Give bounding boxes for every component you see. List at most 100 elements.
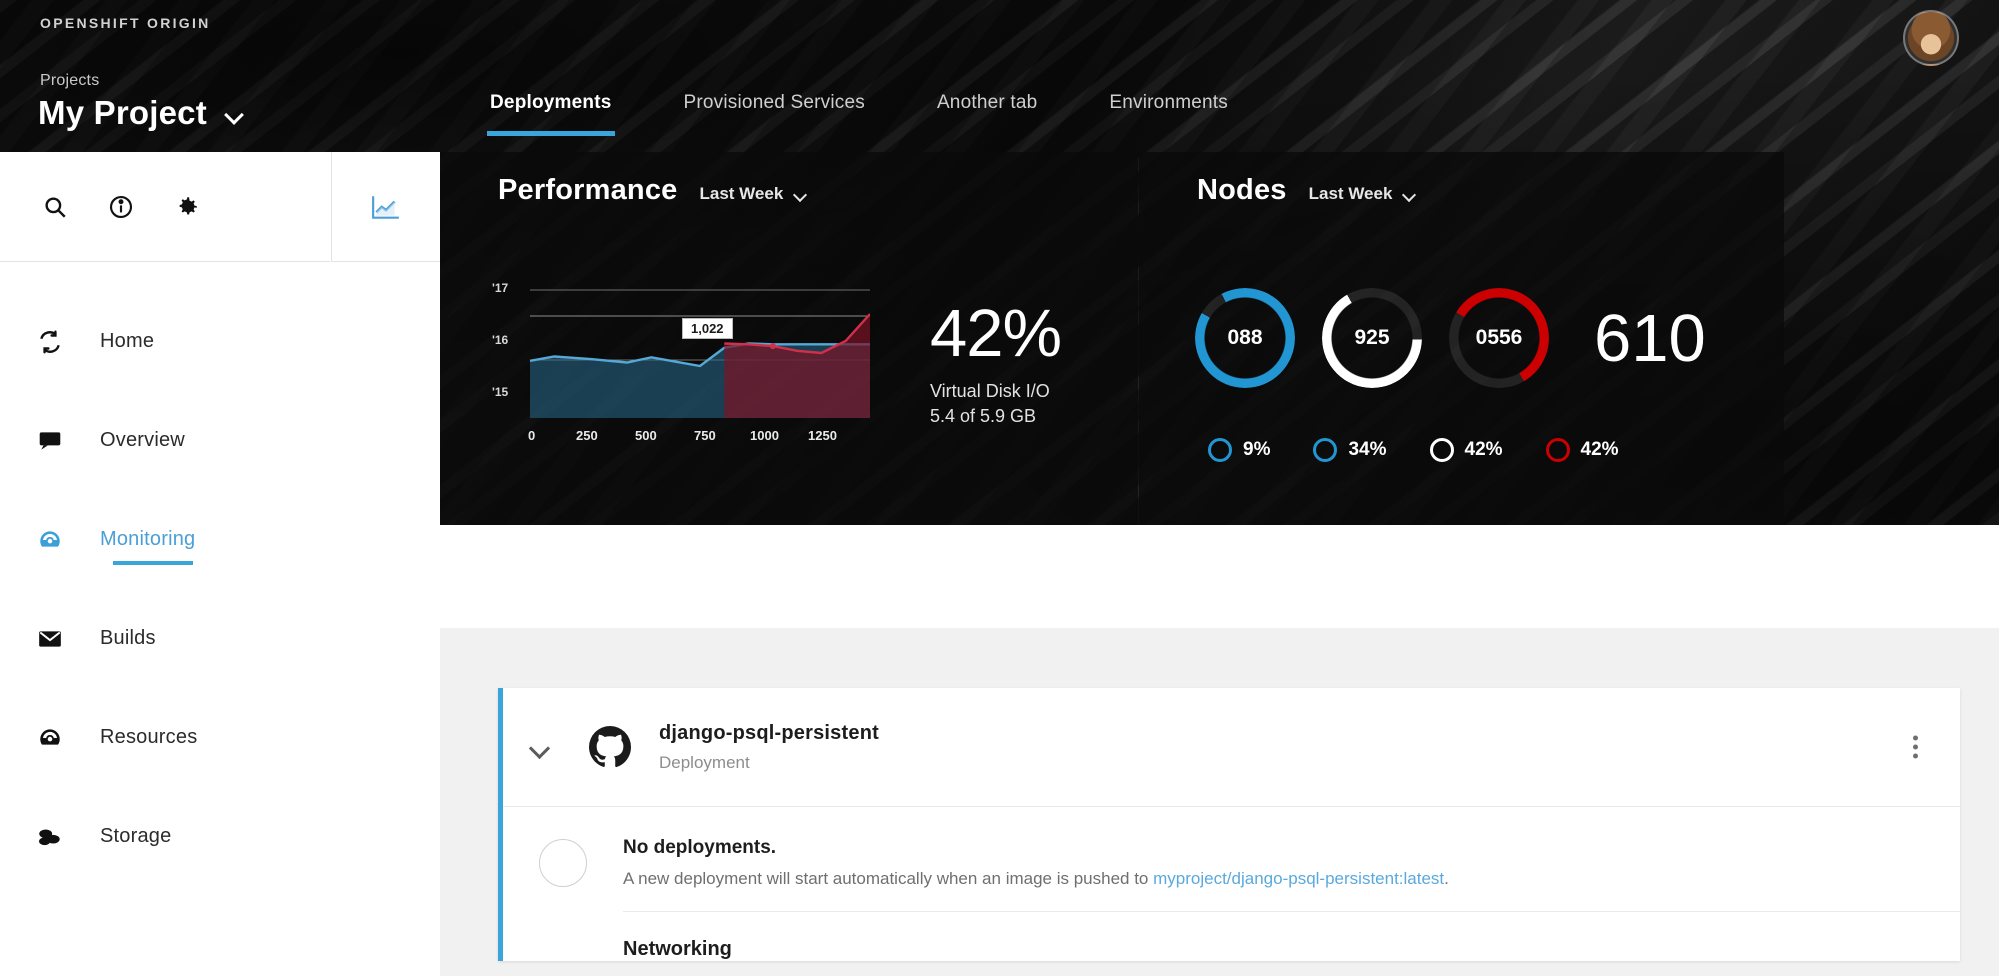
envelope-icon [0,626,100,652]
sidebar-item-storage[interactable]: Storage [0,787,440,886]
nodes-range-selector[interactable]: Last Week [1309,184,1417,204]
legend-item: 42% [1545,438,1619,462]
deployment-name: django-psql-persistent [659,721,879,744]
chevron-down-icon [794,190,807,199]
legend-swatch [1313,438,1338,462]
sidebar-item-label: Builds [100,627,156,649]
project-selector[interactable]: My Project [38,94,245,132]
gauge-icon [0,725,100,751]
kebab-menu-icon[interactable] [1913,732,1918,763]
performance-stat: 42% Virtual Disk I/O 5.4 of 5.9 GB [930,296,1062,427]
performance-chart: '17 '16 '15 1,022 0 250 500 750 1000 125… [492,281,872,448]
legend-swatch [1429,438,1454,462]
x-tick: 250 [576,428,598,443]
info-circle-icon[interactable] [88,194,154,220]
tab-deployments[interactable]: Deployments [487,92,615,136]
y-tick: '17 [492,281,509,295]
tab-provisioned-services[interactable]: Provisioned Services [684,92,865,136]
donut-value: 088 [1227,326,1263,349]
legend-label: 42% [1464,439,1503,460]
deployment-panel-body: No deployments. A new deployment will st… [503,806,1960,961]
chevron-down-icon [530,741,550,753]
sidebar-item-home[interactable]: Home [0,292,440,391]
filter-bar: Name List by Resource Type [440,525,1999,628]
sidebar-item-label: Home [100,330,155,352]
performance-card-header: Performance Last Week [498,174,807,207]
chevron-down-icon [225,107,245,119]
stat-value: 42% [930,296,1062,371]
gear-icon[interactable] [154,194,220,220]
sidebar-item-label: Storage [100,825,172,847]
search-icon[interactable] [22,194,88,220]
tab-environments[interactable]: Environments [1109,92,1228,136]
legend-label: 42% [1580,439,1619,460]
sidebar-item-resources[interactable]: Resources [0,688,440,787]
performance-range-selector[interactable]: Last Week [700,184,808,204]
x-tick: 750 [694,428,716,443]
avatar[interactable] [1903,10,1959,66]
donut-value: 0556 [1475,326,1523,349]
database-icon [0,824,100,850]
status-title: No deployments. [623,837,777,858]
expand-collapse-toggle[interactable] [503,741,577,753]
sidebar-toolbar [0,152,330,262]
donut-chart: 088 [1195,288,1295,388]
stat-label: Virtual Disk I/O [930,381,1050,401]
sidebar-item-label: Monitoring [100,528,196,550]
x-tick: 0 [528,428,536,443]
brand-logo-text: OPENSHIFT ORIGIN [40,15,211,31]
sidebar-item-label: Overview [100,429,185,451]
legend-label: 34% [1348,439,1387,460]
deployment-kind: Deployment [659,752,750,772]
sidebar-item-builds[interactable]: Builds [0,589,440,688]
github-icon [577,723,643,771]
image-stream-link[interactable]: myproject/django-psql-persistent:latest [1153,869,1444,888]
x-tick: 1000 [750,428,779,443]
x-tick: 1250 [808,428,837,443]
tab-another-tab[interactable]: Another tab [937,92,1037,136]
legend-label: 9% [1243,439,1271,460]
top-tabs: Deployments Provisioned Services Another… [487,92,1300,136]
donut-chart: 0556 [1449,288,1549,388]
deployment-panel: django-psql-persistent Deployment No dep… [498,688,1960,961]
nodes-title: Nodes [1197,174,1287,206]
sync-icon [0,329,100,355]
line-chart-icon [372,195,399,219]
y-tick: '15 [492,385,509,399]
y-tick: '16 [492,333,509,347]
status-description-suffix: . [1444,869,1449,888]
sidebar-chart-tab[interactable] [331,152,440,262]
legend-item: 42% [1429,438,1503,462]
legend-item: 34% [1313,438,1387,462]
x-tick: 500 [635,428,657,443]
performance-range-label: Last Week [699,184,784,203]
empty-circle-icon [503,837,623,887]
project-name: My Project [38,94,207,131]
chevron-down-icon [1403,190,1416,199]
chart-tooltip: 1,022 [682,318,733,339]
openshift-console: OPENSHIFT ORIGIN Projects My Project Dep… [0,0,1999,976]
sidebar-item-overview[interactable]: Overview [0,391,440,490]
nodes-card-header: Nodes Last Week [1197,174,1416,207]
nodes-range-label: Last Week [1308,184,1393,203]
networking-heading: Networking [623,911,1960,961]
active-indicator [113,561,193,565]
donut-chart: 925 [1322,288,1422,388]
nodes-total: 610 [1594,300,1706,376]
deployment-panel-header[interactable]: django-psql-persistent Deployment [503,688,1960,806]
status-description-prefix: A new deployment will start automaticall… [623,869,1154,888]
status-description: A new deployment will start automaticall… [623,869,1449,889]
sidebar-item-monitoring[interactable]: Monitoring [0,490,440,589]
monitor-icon [0,428,100,454]
data-point [769,343,776,350]
nodes-legend: 9% 34% 42% 42% [1208,438,1662,462]
performance-title: Performance [498,174,678,206]
donut-value: 925 [1354,326,1390,349]
legend-swatch [1208,438,1232,462]
chart-plot-area [530,289,870,418]
nodes-donuts: 088 925 0556 610 [1195,288,1706,388]
stat-detail: 5.4 of 5.9 GB [930,406,1037,426]
legend-swatch [1545,438,1570,462]
sidebar-item-label: Resources [100,726,198,748]
sidebar-nav: Home Overview Monitoring Builds Resource… [0,292,440,886]
